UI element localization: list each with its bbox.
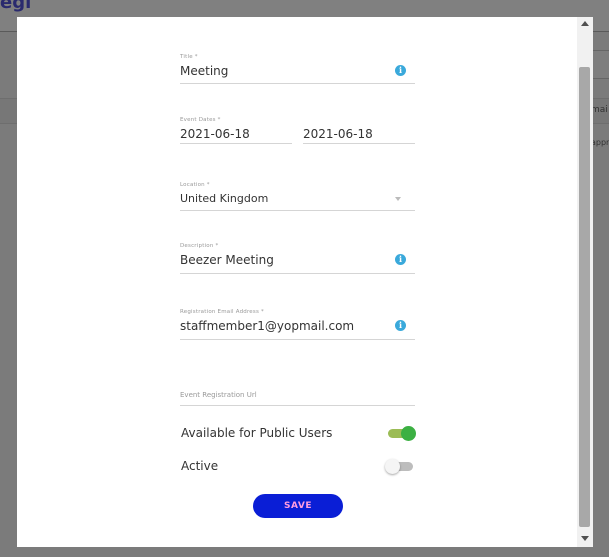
description-label: Description * <box>180 243 219 249</box>
info-icon[interactable]: i <box>395 65 406 76</box>
registration-email-label: Registration Email Address * <box>180 309 264 315</box>
start-date-input[interactable]: 2021-06-18 <box>180 124 292 144</box>
info-icon[interactable]: i <box>395 254 406 265</box>
active-label: Active <box>181 459 219 473</box>
location-label: Location * <box>180 182 210 188</box>
public-users-label: Available for Public Users <box>181 426 333 440</box>
location-value: United Kingdom <box>180 192 269 205</box>
toggle-knob <box>385 459 400 474</box>
modal-scrollbar[interactable] <box>577 17 593 547</box>
registration-url-input[interactable]: Event Registration Url <box>180 390 415 406</box>
scroll-down-icon[interactable] <box>581 536 589 541</box>
public-users-toggle-row: Available for Public Users <box>181 424 416 444</box>
title-field[interactable]: Title * Meeting i <box>180 53 415 84</box>
title-input[interactable]: Meeting <box>180 61 415 80</box>
public-users-toggle[interactable] <box>388 426 416 441</box>
event-modal: Title * Meeting i Event Dates * 2021-06-… <box>17 17 593 547</box>
title-label: Title * <box>180 54 198 60</box>
description-input[interactable]: Beezer Meeting <box>180 250 415 269</box>
caret-down-icon[interactable] <box>395 197 401 201</box>
location-select[interactable]: Location * United Kingdom <box>180 181 415 211</box>
event-dates-field: Event Dates * 2021-06-18 2021-06-18 <box>180 116 415 147</box>
start-date-value: 2021-06-18 <box>180 127 250 141</box>
toggle-knob <box>401 426 416 441</box>
background-text: appr <box>591 138 609 147</box>
description-field[interactable]: Description * Beezer Meeting i <box>180 242 415 274</box>
scroll-thumb[interactable] <box>579 67 590 527</box>
end-date-value: 2021-06-18 <box>303 127 373 141</box>
end-date-input[interactable]: 2021-06-18 <box>303 124 415 144</box>
background-logo: egi <box>0 0 32 13</box>
event-dates-label: Event Dates * <box>180 117 221 123</box>
background-text: mai <box>591 105 608 115</box>
registration-url-placeholder: Event Registration Url <box>180 391 257 399</box>
info-icon[interactable]: i <box>395 320 406 331</box>
save-button[interactable]: SAVE <box>253 494 343 518</box>
scroll-up-icon[interactable] <box>581 21 589 26</box>
registration-email-field[interactable]: Registration Email Address * staffmember… <box>180 308 415 340</box>
active-toggle-row: Active <box>181 457 415 477</box>
active-toggle[interactable] <box>385 459 413 474</box>
registration-email-input[interactable]: staffmember1@yopmail.com <box>180 316 415 335</box>
